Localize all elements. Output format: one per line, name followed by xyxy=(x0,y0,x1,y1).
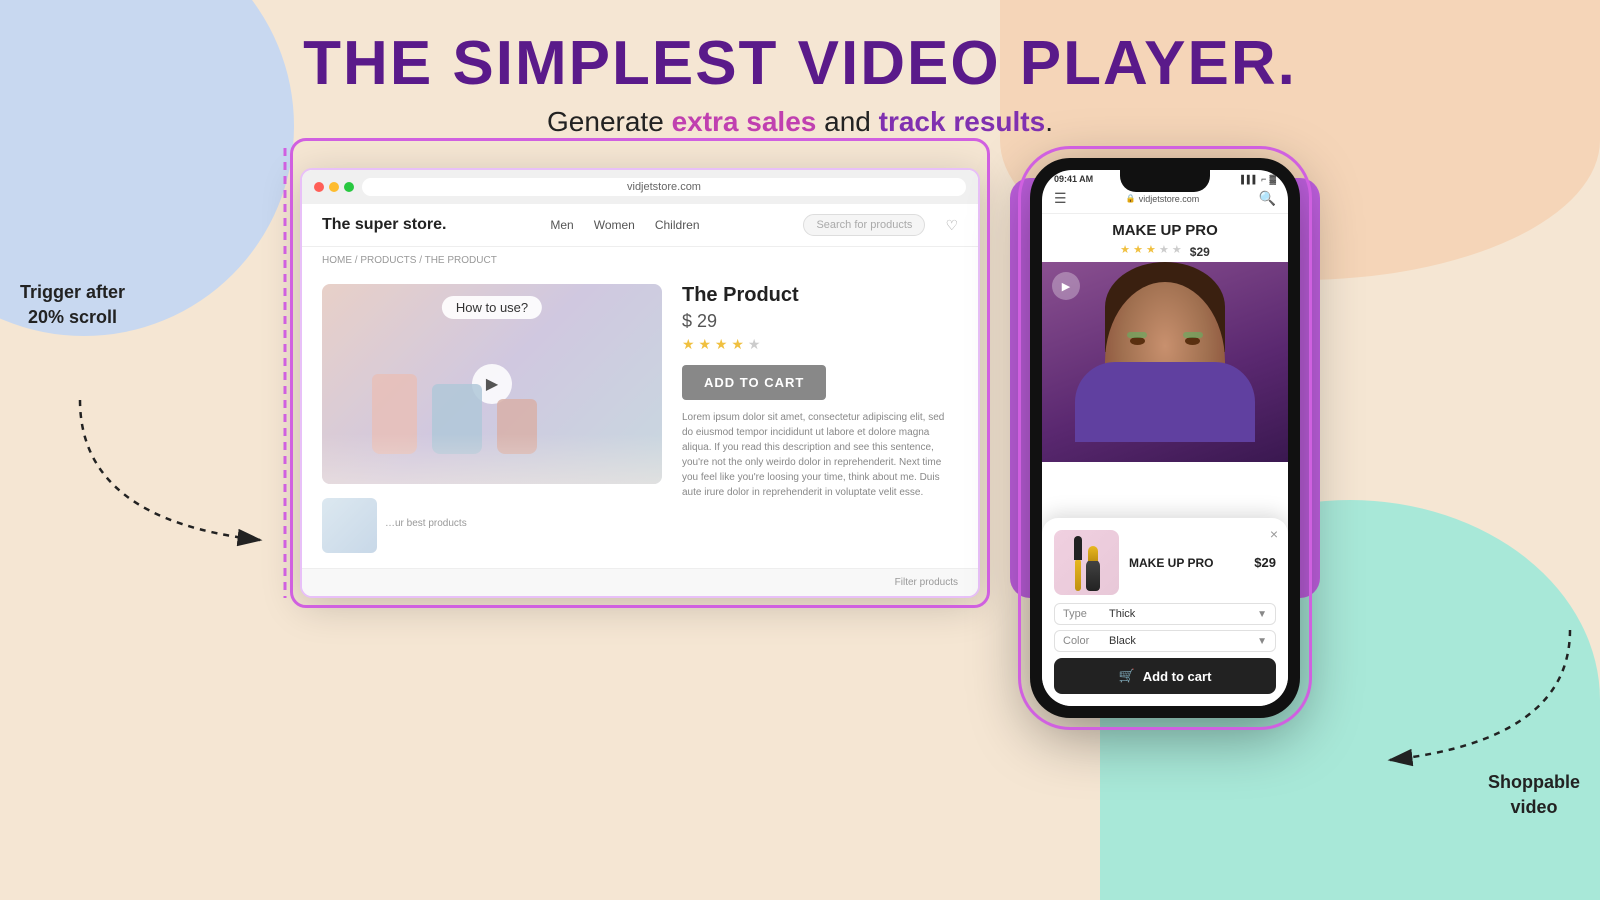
person-body xyxy=(1075,362,1255,442)
color-select-row[interactable]: Color Black ▼ xyxy=(1054,630,1276,652)
nav-children[interactable]: Children xyxy=(655,218,700,232)
product-price: $ 29 xyxy=(682,311,958,332)
popup-product-info: MAKE UP PRO xyxy=(1129,556,1244,570)
header: THE SIMPLEST VIDEO PLAYER. Generate extr… xyxy=(0,0,1600,138)
store-header: The super store. Men Women Children Sear… xyxy=(302,204,978,247)
product-stars: ★ ★ ★ ★ ★ xyxy=(682,336,958,353)
shoppable-line2: video xyxy=(1488,795,1580,820)
search-bar[interactable]: Search for products xyxy=(803,214,925,236)
add-to-cart-button[interactable]: ADD TO CART xyxy=(682,365,826,400)
phone-outer: 09:41 AM ▌▌▌ ⌐ ▓ ☰ 🔒 vidjetstore.com 🔍 xyxy=(1030,158,1300,718)
best-products-label: …ur best products xyxy=(385,518,467,529)
popup-close-button[interactable]: × xyxy=(1270,526,1278,542)
arrow-left xyxy=(60,390,300,570)
phone-search-icon[interactable]: 🔍 xyxy=(1259,190,1276,207)
type-chevron-icon: ▼ xyxy=(1257,609,1267,620)
type-label: Type xyxy=(1063,608,1105,620)
trigger-label-line2: 20% scroll xyxy=(20,305,125,330)
trigger-label: Trigger after 20% scroll xyxy=(20,280,125,330)
dot-green[interactable] xyxy=(344,182,354,192)
dot-red[interactable] xyxy=(314,182,324,192)
video-label: How to use? xyxy=(442,296,542,319)
phone-stars: ★ ★ ★ ★ ★ xyxy=(1120,243,1182,256)
wifi-icon: ⌐ xyxy=(1261,174,1266,184)
store-logo: The super store. xyxy=(322,216,446,234)
phone-video-area: ▶ xyxy=(1042,262,1288,462)
phone-video-person xyxy=(1042,262,1288,462)
product-video-area: How to use? ▶ …ur best products xyxy=(322,284,662,553)
color-value: Black xyxy=(1109,635,1253,647)
signal-icon: ▌▌▌ xyxy=(1241,175,1258,184)
filter-row: Filter products xyxy=(302,568,978,596)
browser-mockup-wrapper: vidjetstore.com The super store. Men Wom… xyxy=(300,148,980,598)
color-label: Color xyxy=(1063,635,1105,647)
popup-product-name-text: MAKE UP PRO xyxy=(1129,556,1244,570)
browser-bar: vidjetstore.com xyxy=(302,170,978,204)
page-title: THE SIMPLEST VIDEO PLAYER. xyxy=(0,30,1600,98)
page-subtitle: Generate extra sales and track results. xyxy=(0,106,1600,138)
cart-icon: 🛒 xyxy=(1119,668,1135,684)
breadcrumb: HOME / PRODUCTS / THE PRODUCT xyxy=(302,247,978,274)
trigger-label-line1: Trigger after xyxy=(20,280,125,305)
nav-women[interactable]: Women xyxy=(594,218,635,232)
popup-product-image xyxy=(1054,530,1119,595)
popup-product-price: $29 xyxy=(1254,555,1276,570)
phone-notch xyxy=(1120,170,1210,192)
product-description: Lorem ipsum dolor sit amet, consectetur … xyxy=(682,410,958,500)
nav-men[interactable]: Men xyxy=(550,218,573,232)
popup-add-to-cart-label: Add to cart xyxy=(1143,669,1212,684)
lock-icon: 🔒 xyxy=(1126,194,1136,203)
color-chevron-icon: ▼ xyxy=(1257,636,1267,647)
browser-url: vidjetstore.com xyxy=(362,178,966,196)
shoppable-popup: × xyxy=(1042,518,1288,706)
dot-yellow[interactable] xyxy=(329,182,339,192)
type-select-row[interactable]: Type Thick ▼ xyxy=(1054,603,1276,625)
phone-play-button[interactable]: ▶ xyxy=(1052,272,1080,300)
phone-mockup-wrapper: 09:41 AM ▌▌▌ ⌐ ▓ ☰ 🔒 vidjetstore.com 🔍 xyxy=(1030,158,1300,718)
phone-product-name-text: MAKE UP PRO xyxy=(1112,222,1218,239)
phone-site-url: vidjetstore.com xyxy=(1139,194,1200,204)
battery-icon: ▓ xyxy=(1269,174,1276,184)
browser-mockup: vidjetstore.com The super store. Men Wom… xyxy=(300,168,980,598)
store-nav: Men Women Children xyxy=(466,218,783,232)
phone-product-price: $29 xyxy=(1190,245,1210,259)
product-area: How to use? ▶ …ur best products The Prod… xyxy=(302,274,978,568)
filter-label[interactable]: Filter products xyxy=(895,577,958,588)
browser-dots xyxy=(314,182,354,192)
arrow-right xyxy=(1360,620,1580,780)
popup-add-to-cart-button[interactable]: 🛒 Add to cart xyxy=(1054,658,1276,694)
type-value: Thick xyxy=(1109,608,1253,620)
product-video-thumb: How to use? ▶ xyxy=(322,284,662,484)
wishlist-icon[interactable]: ♡ xyxy=(945,217,958,234)
phone-inner: 09:41 AM ▌▌▌ ⌐ ▓ ☰ 🔒 vidjetstore.com 🔍 xyxy=(1042,170,1288,706)
hamburger-icon[interactable]: ☰ xyxy=(1054,190,1067,207)
phone-product-name: MAKE UP PRO xyxy=(1042,214,1288,241)
phone-time: 09:41 AM xyxy=(1054,174,1093,184)
popup-product-row: MAKE UP PRO $29 xyxy=(1054,530,1276,595)
product-title: The Product xyxy=(682,284,958,307)
product-thumbnail[interactable] xyxy=(322,498,377,553)
product-info: The Product $ 29 ★ ★ ★ ★ ★ ADD TO CART L… xyxy=(682,284,958,553)
